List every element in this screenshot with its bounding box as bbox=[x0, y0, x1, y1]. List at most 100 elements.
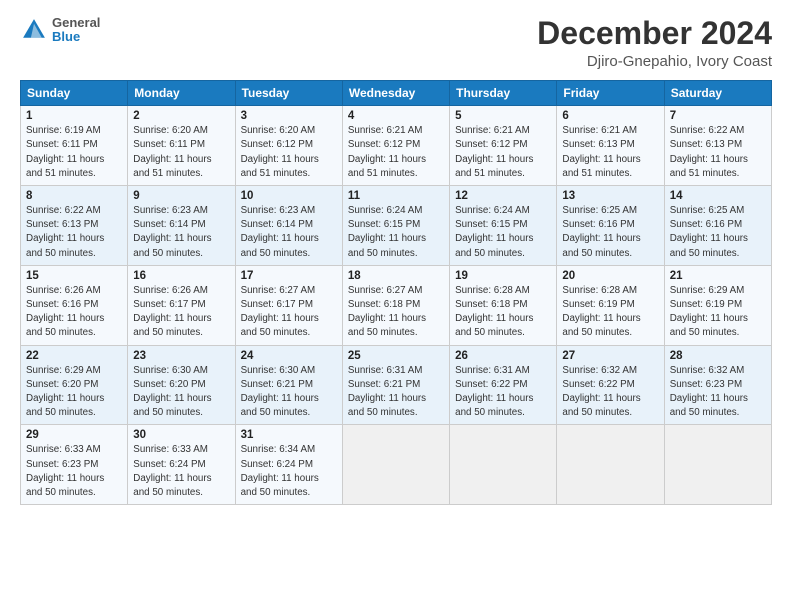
day-number: 30 bbox=[133, 429, 229, 441]
day-number: 10 bbox=[241, 190, 337, 202]
day-info: Sunrise: 6:21 AM Sunset: 6:13 PM Dayligh… bbox=[562, 124, 658, 181]
calendar-week-row: 15 Sunrise: 6:26 AM Sunset: 6:16 PM Dayli… bbox=[21, 265, 772, 345]
day-info: Sunrise: 6:24 AM Sunset: 6:15 PM Dayligh… bbox=[455, 204, 551, 261]
day-header-thursday: Thursday bbox=[450, 81, 557, 106]
calendar-week-row: 29 Sunrise: 6:33 AM Sunset: 6:23 PM Dayli… bbox=[21, 425, 772, 505]
day-info: Sunrise: 6:26 AM Sunset: 6:17 PM Dayligh… bbox=[133, 284, 229, 341]
day-info: Sunrise: 6:23 AM Sunset: 6:14 PM Dayligh… bbox=[133, 204, 229, 261]
calendar-body: 1Sunrise: 6:19 AM Sunset: 6:11 PM Daylig… bbox=[21, 106, 772, 505]
day-info: Sunrise: 6:24 AM Sunset: 6:15 PM Dayligh… bbox=[348, 204, 444, 261]
calendar-week-row: 8 Sunrise: 6:22 AM Sunset: 6:13 PM Daylig… bbox=[21, 186, 772, 266]
day-number: 19 bbox=[455, 270, 551, 282]
calendar-cell: 30 Sunrise: 6:33 AM Sunset: 6:24 PM Dayli… bbox=[128, 425, 235, 505]
calendar-cell bbox=[557, 425, 664, 505]
day-number: 20 bbox=[562, 270, 658, 282]
calendar-cell: 3 Sunrise: 6:20 AM Sunset: 6:12 PM Daylig… bbox=[235, 106, 342, 186]
day-info: Sunrise: 6:29 AM Sunset: 6:20 PM Dayligh… bbox=[26, 364, 122, 421]
day-header-tuesday: Tuesday bbox=[235, 81, 342, 106]
calendar-cell: 5Sunrise: 6:21 AM Sunset: 6:12 PM Daylig… bbox=[450, 106, 557, 186]
calendar-cell: 8 Sunrise: 6:22 AM Sunset: 6:13 PM Daylig… bbox=[21, 186, 128, 266]
calendar-cell: 19 Sunrise: 6:28 AM Sunset: 6:18 PM Dayli… bbox=[450, 265, 557, 345]
day-number: 29 bbox=[26, 429, 122, 441]
day-info: Sunrise: 6:32 AM Sunset: 6:23 PM Dayligh… bbox=[670, 364, 766, 421]
day-info: Sunrise: 6:31 AM Sunset: 6:21 PM Dayligh… bbox=[348, 364, 444, 421]
day-number: 15 bbox=[26, 270, 122, 282]
calendar-cell: 9Sunrise: 6:23 AM Sunset: 6:14 PM Daylig… bbox=[128, 186, 235, 266]
day-number: 14 bbox=[670, 190, 766, 202]
calendar-header-row: SundayMondayTuesdayWednesdayThursdayFrid… bbox=[21, 81, 772, 106]
calendar-cell: 1Sunrise: 6:19 AM Sunset: 6:11 PM Daylig… bbox=[21, 106, 128, 186]
calendar-cell bbox=[664, 425, 771, 505]
calendar-cell: 29 Sunrise: 6:33 AM Sunset: 6:23 PM Dayli… bbox=[21, 425, 128, 505]
day-info: Sunrise: 6:28 AM Sunset: 6:18 PM Dayligh… bbox=[455, 284, 551, 341]
calendar-cell: 25Sunrise: 6:31 AM Sunset: 6:21 PM Dayli… bbox=[342, 345, 449, 425]
day-info: Sunrise: 6:20 AM Sunset: 6:11 PM Dayligh… bbox=[133, 124, 229, 181]
day-info: Sunrise: 6:34 AM Sunset: 6:24 PM Dayligh… bbox=[241, 443, 337, 500]
day-info: Sunrise: 6:20 AM Sunset: 6:12 PM Dayligh… bbox=[241, 124, 337, 181]
day-number: 28 bbox=[670, 350, 766, 362]
calendar-cell: 23Sunrise: 6:30 AM Sunset: 6:20 PM Dayli… bbox=[128, 345, 235, 425]
day-number: 7 bbox=[670, 110, 766, 122]
day-number: 12 bbox=[455, 190, 551, 202]
calendar-cell: 14 Sunrise: 6:25 AM Sunset: 6:16 PM Dayli… bbox=[664, 186, 771, 266]
day-info: Sunrise: 6:22 AM Sunset: 6:13 PM Dayligh… bbox=[670, 124, 766, 181]
logo: General Blue bbox=[20, 16, 100, 45]
day-number: 6 bbox=[562, 110, 658, 122]
calendar-week-row: 1Sunrise: 6:19 AM Sunset: 6:11 PM Daylig… bbox=[21, 106, 772, 186]
calendar-table: SundayMondayTuesdayWednesdayThursdayFrid… bbox=[20, 80, 772, 505]
calendar-week-row: 22 Sunrise: 6:29 AM Sunset: 6:20 PM Dayli… bbox=[21, 345, 772, 425]
day-info: Sunrise: 6:31 AM Sunset: 6:22 PM Dayligh… bbox=[455, 364, 551, 421]
calendar-cell: 10 Sunrise: 6:23 AM Sunset: 6:14 PM Dayli… bbox=[235, 186, 342, 266]
main-title: December 2024 bbox=[537, 16, 772, 51]
calendar-cell bbox=[450, 425, 557, 505]
calendar-cell: 24 Sunrise: 6:30 AM Sunset: 6:21 PM Dayli… bbox=[235, 345, 342, 425]
day-info: Sunrise: 6:28 AM Sunset: 6:19 PM Dayligh… bbox=[562, 284, 658, 341]
day-number: 3 bbox=[241, 110, 337, 122]
day-number: 22 bbox=[26, 350, 122, 362]
day-number: 23 bbox=[133, 350, 229, 362]
day-number: 2 bbox=[133, 110, 229, 122]
calendar-cell: 11 Sunrise: 6:24 AM Sunset: 6:15 PM Dayli… bbox=[342, 186, 449, 266]
day-number: 26 bbox=[455, 350, 551, 362]
day-info: Sunrise: 6:33 AM Sunset: 6:24 PM Dayligh… bbox=[133, 443, 229, 500]
calendar-cell: 28 Sunrise: 6:32 AM Sunset: 6:23 PM Dayli… bbox=[664, 345, 771, 425]
calendar-cell: 20 Sunrise: 6:28 AM Sunset: 6:19 PM Dayli… bbox=[557, 265, 664, 345]
day-info: Sunrise: 6:29 AM Sunset: 6:19 PM Dayligh… bbox=[670, 284, 766, 341]
calendar-cell: 31Sunrise: 6:34 AM Sunset: 6:24 PM Dayli… bbox=[235, 425, 342, 505]
calendar-cell: 4Sunrise: 6:21 AM Sunset: 6:12 PM Daylig… bbox=[342, 106, 449, 186]
day-info: Sunrise: 6:26 AM Sunset: 6:16 PM Dayligh… bbox=[26, 284, 122, 341]
day-number: 11 bbox=[348, 190, 444, 202]
title-block: December 2024 Djiro-Gnepahio, Ivory Coas… bbox=[537, 16, 772, 70]
day-info: Sunrise: 6:27 AM Sunset: 6:17 PM Dayligh… bbox=[241, 284, 337, 341]
day-number: 8 bbox=[26, 190, 122, 202]
calendar-cell: 22 Sunrise: 6:29 AM Sunset: 6:20 PM Dayli… bbox=[21, 345, 128, 425]
calendar-cell: 15 Sunrise: 6:26 AM Sunset: 6:16 PM Dayli… bbox=[21, 265, 128, 345]
day-info: Sunrise: 6:19 AM Sunset: 6:11 PM Dayligh… bbox=[26, 124, 122, 181]
day-info: Sunrise: 6:25 AM Sunset: 6:16 PM Dayligh… bbox=[670, 204, 766, 261]
day-info: Sunrise: 6:30 AM Sunset: 6:21 PM Dayligh… bbox=[241, 364, 337, 421]
calendar-cell: 13Sunrise: 6:25 AM Sunset: 6:16 PM Dayli… bbox=[557, 186, 664, 266]
day-info: Sunrise: 6:25 AM Sunset: 6:16 PM Dayligh… bbox=[562, 204, 658, 261]
day-header-sunday: Sunday bbox=[21, 81, 128, 106]
day-info: Sunrise: 6:33 AM Sunset: 6:23 PM Dayligh… bbox=[26, 443, 122, 500]
calendar-cell: 18Sunrise: 6:27 AM Sunset: 6:18 PM Dayli… bbox=[342, 265, 449, 345]
logo-text: General Blue bbox=[52, 16, 100, 45]
day-number: 5 bbox=[455, 110, 551, 122]
day-number: 17 bbox=[241, 270, 337, 282]
day-number: 21 bbox=[670, 270, 766, 282]
day-info: Sunrise: 6:23 AM Sunset: 6:14 PM Dayligh… bbox=[241, 204, 337, 261]
calendar-cell: 27Sunrise: 6:32 AM Sunset: 6:22 PM Dayli… bbox=[557, 345, 664, 425]
day-number: 16 bbox=[133, 270, 229, 282]
calendar-cell: 6 Sunrise: 6:21 AM Sunset: 6:13 PM Daylig… bbox=[557, 106, 664, 186]
day-number: 24 bbox=[241, 350, 337, 362]
day-number: 18 bbox=[348, 270, 444, 282]
day-number: 4 bbox=[348, 110, 444, 122]
day-header-monday: Monday bbox=[128, 81, 235, 106]
logo-icon bbox=[20, 16, 48, 44]
page: General Blue December 2024 Djiro-Gnepahi… bbox=[0, 0, 792, 612]
header: General Blue December 2024 Djiro-Gnepahi… bbox=[20, 16, 772, 70]
day-header-saturday: Saturday bbox=[664, 81, 771, 106]
calendar-cell: 7 Sunrise: 6:22 AM Sunset: 6:13 PM Daylig… bbox=[664, 106, 771, 186]
calendar-cell: 2 Sunrise: 6:20 AM Sunset: 6:11 PM Daylig… bbox=[128, 106, 235, 186]
day-info: Sunrise: 6:22 AM Sunset: 6:13 PM Dayligh… bbox=[26, 204, 122, 261]
